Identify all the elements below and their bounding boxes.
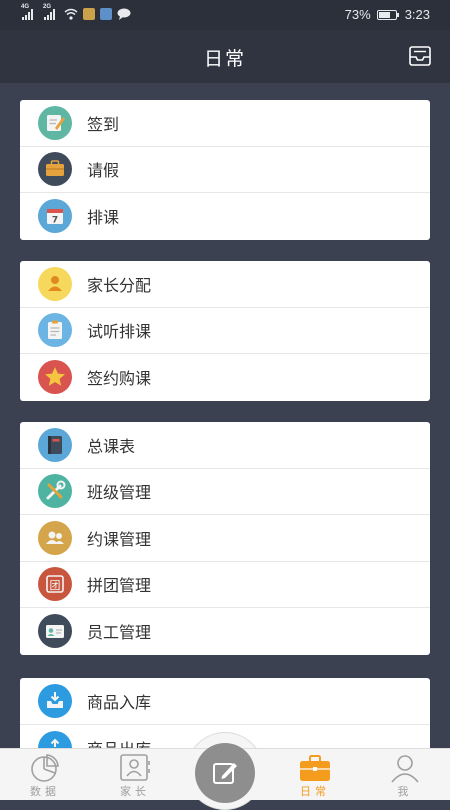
network-type-label: 2G <box>43 4 52 10</box>
menu-item-label: 排课 <box>87 208 120 228</box>
people-icon <box>38 520 72 555</box>
menu-item-stock-in[interactable]: 商品入库 <box>20 678 430 725</box>
tab-parents[interactable]: 家长 <box>90 749 180 801</box>
tab-me[interactable]: 我 <box>360 749 450 801</box>
inbox-icon[interactable] <box>408 45 432 67</box>
network-type-label: 4G <box>21 4 30 10</box>
title-bar: 日常 <box>0 30 450 83</box>
pencil-note-icon <box>38 105 72 140</box>
photo-notification-icon <box>100 8 112 20</box>
inbox-in-icon <box>38 683 72 718</box>
tab-label: 数据 <box>30 785 60 798</box>
status-icons-right: 73% 3:23 <box>345 7 430 22</box>
briefcase-icon <box>38 152 72 187</box>
menu-item-leave[interactable]: 请假 <box>20 147 430 193</box>
menu-list: 签到 请假 7 排课 家长分配 试听排课 签约购课 总课表 班级管理 约课管理 … <box>0 83 450 748</box>
status-bar: 4G 2G 73% 3:23 <box>0 0 450 30</box>
svg-text:7: 7 <box>52 216 58 226</box>
menu-item-parent-assign[interactable]: 家长分配 <box>20 261 430 308</box>
menu-item-label: 试听排课 <box>87 322 152 342</box>
menu-item-sign-purchase[interactable]: 签约购课 <box>20 354 430 401</box>
menu-item-label: 签约购课 <box>87 369 152 389</box>
menu-item-label: 班级管理 <box>87 483 152 503</box>
menu-item-label: 拼团管理 <box>87 576 152 596</box>
menu-item-checkin[interactable]: 签到 <box>20 100 430 147</box>
wifi-icon <box>64 8 78 20</box>
menu-item-booking-management[interactable]: 约课管理 <box>20 515 430 562</box>
page-title: 日常 <box>203 48 246 70</box>
tab-daily[interactable]: 日常 <box>270 749 360 801</box>
menu-item-label: 总课表 <box>87 436 136 456</box>
menu-item-label: 商品出库 <box>87 736 151 748</box>
tab-data[interactable]: 数据 <box>0 749 90 801</box>
battery-icon <box>376 9 399 20</box>
person-icon <box>38 266 72 301</box>
menu-section-parents: 家长分配 试听排课 签约购课 <box>20 261 430 401</box>
clock: 3:23 <box>404 7 430 22</box>
menu-item-label: 请假 <box>87 161 120 181</box>
menu-section-management: 总课表 班级管理 约课管理 团 拼团管理 员工管理 <box>20 422 430 655</box>
group-badge-icon: 团 <box>38 567 72 602</box>
menu-item-trial-schedule[interactable]: 试听排课 <box>20 308 430 354</box>
menu-item-group-buy-management[interactable]: 团 拼团管理 <box>20 562 430 608</box>
app-notification-icon <box>83 8 95 20</box>
contact-card-icon <box>120 754 150 781</box>
menu-item-staff-management[interactable]: 员工管理 <box>20 608 430 655</box>
menu-item-master-timetable[interactable]: 总课表 <box>20 422 430 469</box>
signal-icon: 4G <box>21 4 33 20</box>
menu-item-class-management[interactable]: 班级管理 <box>20 469 430 515</box>
compose-button[interactable] <box>195 743 255 803</box>
pie-chart-icon <box>31 754 59 782</box>
edit-icon <box>213 763 237 784</box>
svg-text:团: 团 <box>50 579 61 592</box>
signal-icon: 2G <box>43 4 55 20</box>
inbox-out-icon <box>38 730 72 748</box>
id-card-icon <box>38 614 72 649</box>
book-icon <box>38 427 72 462</box>
star-icon <box>38 360 72 395</box>
chat-notification-icon <box>117 8 131 20</box>
menu-item-label: 签到 <box>87 114 120 134</box>
briefcase-icon <box>300 755 330 781</box>
menu-item-label: 员工管理 <box>87 623 152 643</box>
menu-item-label: 约课管理 <box>87 529 152 549</box>
tab-label: 日常 <box>300 785 330 798</box>
menu-item-label: 家长分配 <box>87 275 152 295</box>
tools-icon <box>38 474 72 509</box>
menu-section-attendance: 签到 请假 7 排课 <box>20 100 430 240</box>
calendar-icon: 7 <box>38 199 72 234</box>
status-icons-left: 4G 2G <box>21 4 131 20</box>
tab-label: 家长 <box>120 785 150 798</box>
clipboard-icon <box>38 313 72 348</box>
menu-item-schedule[interactable]: 7 排课 <box>20 193 430 240</box>
tab-label: 我 <box>397 785 413 798</box>
battery-percent: 73% <box>344 7 371 22</box>
user-icon <box>391 755 419 783</box>
menu-item-label: 商品入库 <box>87 692 152 712</box>
